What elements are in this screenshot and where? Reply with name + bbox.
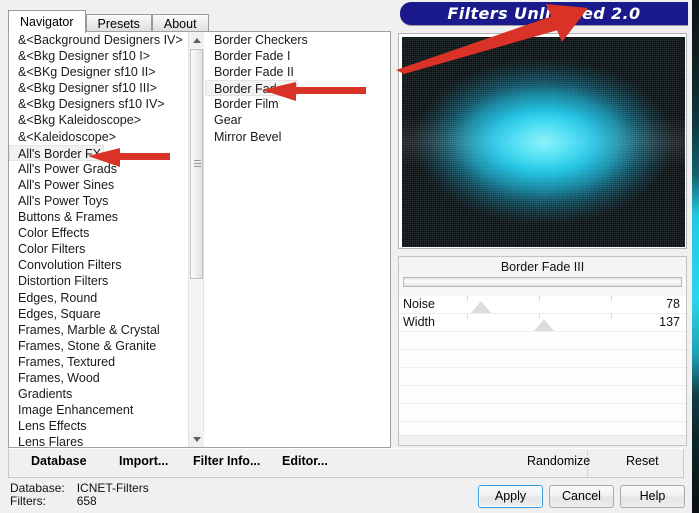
help-button[interactable]: Help — [620, 485, 685, 508]
scrollbar-grip-icon — [194, 160, 201, 167]
slider-value-width: 137 — [659, 315, 680, 329]
list-item[interactable]: All's Power Sines — [9, 177, 187, 193]
list-item[interactable]: Distortion Filters — [9, 273, 187, 289]
filter-info-button[interactable]: Filter Info... — [193, 454, 260, 468]
scroll-down-arrow-icon[interactable] — [189, 431, 204, 447]
filters-unlimited-dialog: Navigator Presets About &<Background Desig… — [0, 0, 692, 513]
list-item[interactable]: &<Bkg Designers sf10 IV> — [9, 96, 187, 112]
slider-row-empty[interactable] — [399, 404, 686, 422]
slider-label-width: Width — [403, 315, 435, 329]
cancel-button[interactable]: Cancel — [549, 485, 614, 508]
list-item[interactable]: Convolution Filters — [9, 257, 187, 273]
slider-value-noise: 78 — [666, 297, 680, 311]
list-item[interactable]: Border Fade I — [205, 48, 390, 64]
navigator-toolbar: Database Import... Filter Info... Editor… — [8, 448, 684, 478]
reset-button[interactable]: Reset — [626, 454, 659, 468]
category-list-scrollbar[interactable] — [188, 32, 204, 447]
parameter-panel-title: Border Fade III — [399, 257, 686, 277]
list-item[interactable]: &<Bkg Designer sf10 I> — [9, 48, 187, 64]
slider-label-noise: Noise — [403, 297, 435, 311]
list-item[interactable]: Mirror Bevel — [205, 129, 390, 145]
list-item[interactable]: Gear — [205, 112, 390, 128]
list-item[interactable]: All's Power Toys — [9, 193, 187, 209]
list-item[interactable]: Frames, Marble & Crystal — [9, 322, 187, 338]
slider-row-width[interactable]: Width 137 — [399, 314, 686, 332]
arrow-to-alls-border-fx-icon — [88, 148, 170, 170]
list-item[interactable]: Edges, Square — [9, 306, 187, 322]
preset-bar-wrap — [399, 277, 686, 287]
import-button[interactable]: Import... — [119, 454, 168, 468]
slider-row-empty[interactable] — [399, 386, 686, 404]
list-item[interactable]: Gradients — [9, 386, 187, 402]
apply-button[interactable]: Apply — [478, 485, 543, 508]
tab-navigator[interactable]: Navigator — [8, 10, 86, 33]
slider-row-noise[interactable]: Noise 78 — [399, 296, 686, 314]
underlying-image-sliver — [692, 0, 699, 513]
slider-thumb-noise[interactable] — [471, 301, 491, 313]
scroll-up-arrow-icon[interactable] — [189, 32, 204, 48]
parameter-spacer — [399, 287, 686, 296]
slider-row-empty[interactable] — [399, 368, 686, 386]
status-bar: Database: ICNET-Filters Filters: 658 — [10, 482, 149, 508]
parameter-panel: Border Fade III Noise 78 Width 137 — [398, 256, 687, 446]
list-item[interactable]: Color Filters — [9, 241, 187, 257]
list-item[interactable]: &<Kaleidoscope> — [9, 129, 187, 145]
parameter-panel-footer — [399, 435, 686, 445]
status-filters-value: 658 — [76, 494, 97, 508]
slider-thumb-width[interactable] — [534, 319, 554, 331]
list-item[interactable]: Frames, Textured — [9, 354, 187, 370]
list-item[interactable]: &<Bkg Kaleidoscope> — [9, 112, 187, 128]
list-item[interactable]: Buttons & Frames — [9, 209, 187, 225]
status-filters-label: Filters: — [10, 494, 46, 508]
list-item[interactable]: &<Background Designers IV> — [9, 32, 187, 48]
randomize-button[interactable]: Randomize — [527, 454, 590, 468]
list-item[interactable]: &<BKg Designer sf10 II> — [9, 64, 187, 80]
slider-row-empty[interactable] — [399, 332, 686, 350]
list-item[interactable]: Frames, Stone & Granite — [9, 338, 187, 354]
list-item[interactable]: Image Enhancement — [9, 402, 187, 418]
database-button[interactable]: Database — [31, 454, 87, 468]
list-item[interactable]: Frames, Wood — [9, 370, 187, 386]
preset-progress-bar[interactable] — [403, 277, 682, 287]
arrow-to-border-fade-iii-icon — [262, 82, 366, 104]
arrow-to-banner-icon — [396, 4, 606, 74]
editor-button[interactable]: Editor... — [282, 454, 328, 468]
scrollbar-thumb[interactable] — [190, 49, 203, 279]
category-list[interactable]: &<Background Designers IV> &<Bkg Designe… — [9, 32, 187, 447]
list-item[interactable]: Border Checkers — [205, 32, 390, 48]
list-item[interactable]: Color Effects — [9, 225, 187, 241]
list-item[interactable]: Lens Flares — [9, 434, 187, 447]
list-item[interactable]: Border Fade II — [205, 64, 390, 80]
slider-row-empty[interactable] — [399, 350, 686, 368]
list-item[interactable]: &<Bkg Designer sf10 III> — [9, 80, 187, 96]
list-item[interactable]: Edges, Round — [9, 290, 187, 306]
list-item[interactable]: Lens Effects — [9, 418, 187, 434]
tab-strip: Navigator Presets About — [8, 10, 209, 33]
